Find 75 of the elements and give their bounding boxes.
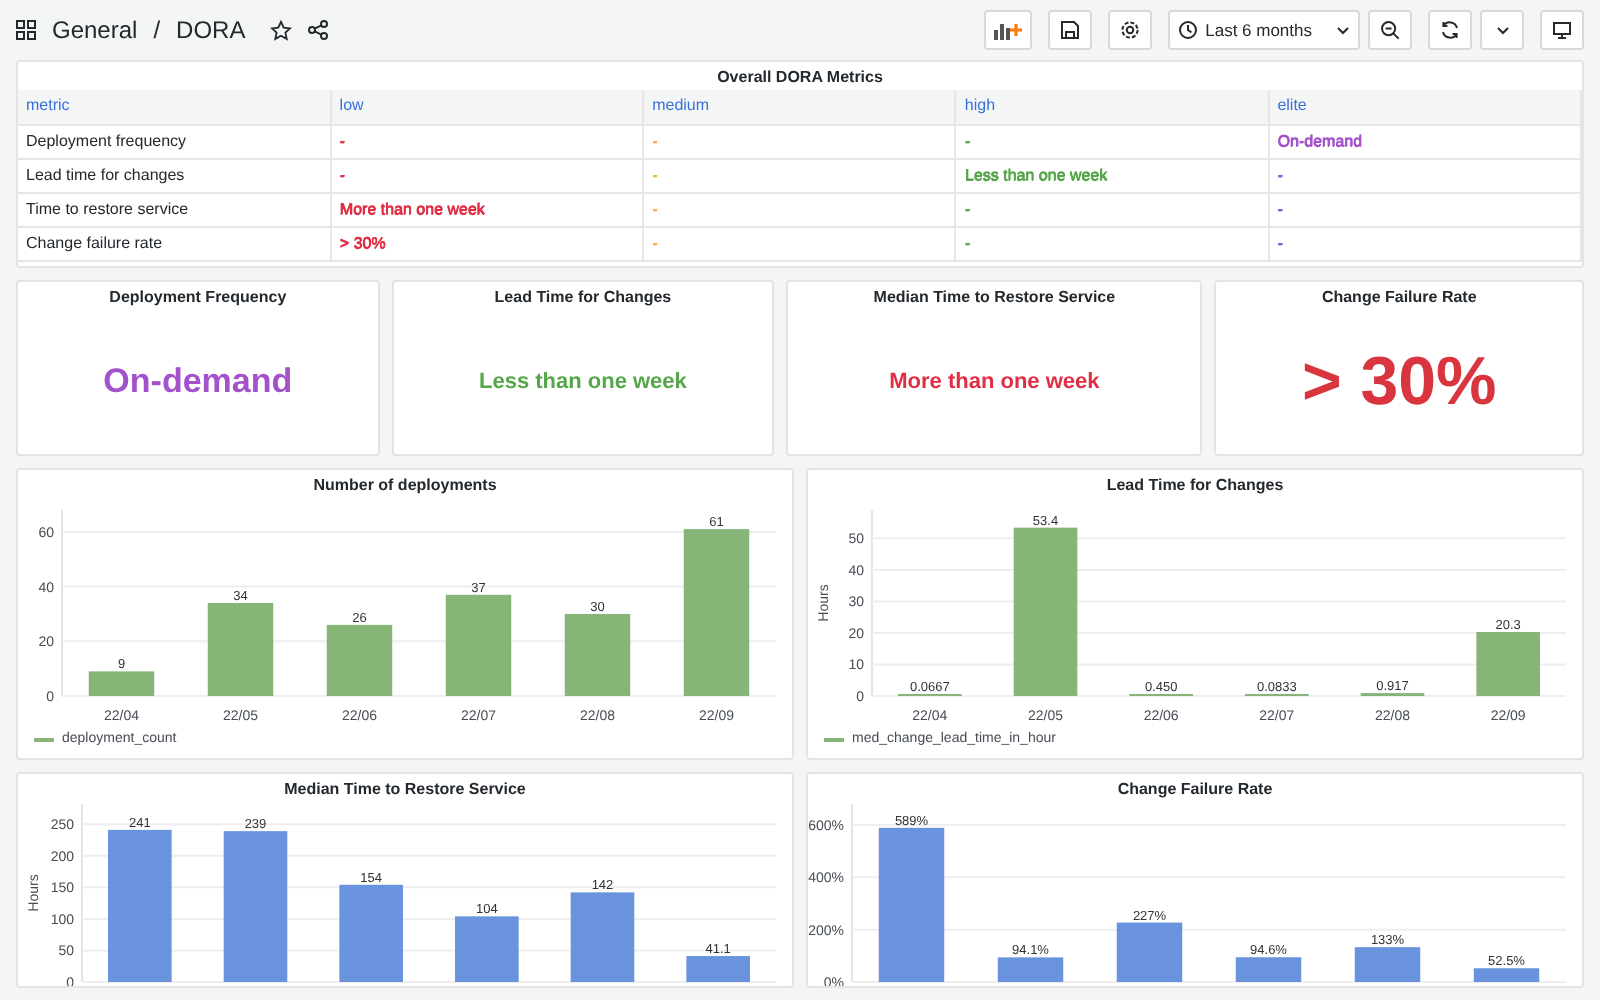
table-cell: > 30% — [339, 233, 386, 251]
stat-value: More than one week — [889, 367, 1100, 398]
dashboards-icon[interactable] — [16, 20, 36, 40]
breadcrumb-link[interactable]: General — [52, 12, 138, 48]
table-cell: Lead time for changes — [26, 165, 185, 183]
monitor-icon — [1552, 20, 1572, 40]
stat-value: Less than one week — [478, 367, 687, 398]
table-cell: - — [964, 131, 971, 149]
table-cell: - — [1277, 233, 1283, 251]
table-cell: More than one week — [339, 199, 485, 217]
bar — [445, 594, 512, 696]
save-icon — [1059, 20, 1080, 40]
panel-title: Lead Time for Changes — [1104, 474, 1286, 498]
bar — [1476, 632, 1540, 696]
column-header[interactable]: medium — [643, 90, 956, 124]
caret-icon — [1336, 25, 1350, 35]
time-range-picker[interactable]: Last 6 months — [1167, 10, 1360, 50]
stat-value: On-demand — [103, 360, 293, 405]
table-cell: - — [652, 199, 658, 217]
panel-title: Change Failure Rate — [1115, 778, 1275, 802]
bar — [207, 603, 274, 696]
table-cell: Less than one week — [964, 165, 1108, 183]
add-panel-icon — [993, 20, 1022, 40]
bar — [1235, 957, 1302, 982]
bar — [564, 613, 631, 696]
bar — [686, 956, 750, 982]
refresh-icon — [1440, 20, 1460, 40]
table-cell: - — [964, 233, 971, 251]
table-cell: Change failure rate — [26, 233, 163, 251]
table-cell: Deployment frequency — [26, 131, 187, 149]
breadcrumb-separator: / — [153, 14, 161, 48]
zoom-out-button[interactable] — [1368, 10, 1412, 50]
column-header[interactable]: low — [330, 90, 644, 124]
panel-title: Number of deployments — [311, 474, 499, 498]
star-icon[interactable] — [269, 19, 292, 41]
column-header[interactable]: metric — [18, 90, 331, 124]
refresh-button[interactable] — [1428, 10, 1472, 50]
add-panel-button[interactable] — [983, 10, 1032, 50]
caret-icon — [1495, 25, 1509, 35]
table-cell: - — [652, 165, 658, 183]
bar — [570, 892, 635, 982]
zoom-out-icon — [1380, 20, 1400, 40]
bar — [326, 624, 393, 696]
table-cell: - — [339, 131, 345, 149]
table-cell: Time to restore service — [26, 199, 189, 217]
clock-icon — [1177, 20, 1198, 40]
bar — [1473, 968, 1540, 982]
panel-title: Change Failure Rate — [1319, 286, 1479, 310]
table-cell: - — [652, 233, 658, 251]
tv-mode-button[interactable] — [1540, 10, 1584, 50]
table-cell: - — [964, 199, 971, 217]
bar — [1116, 922, 1183, 982]
settings-icon — [1119, 20, 1140, 40]
table-cell: - — [652, 131, 658, 149]
bar — [1354, 947, 1421, 982]
save-button[interactable] — [1047, 10, 1092, 50]
panel-title: Overall DORA Metrics — [715, 66, 885, 90]
column-header[interactable]: high — [955, 90, 1269, 124]
column-header[interactable]: elite — [1268, 90, 1581, 124]
panel-title: Lead Time for Changes — [492, 286, 674, 310]
table-cell: - — [1277, 199, 1283, 217]
dashboard-title[interactable]: DORA — [176, 12, 246, 48]
bar — [455, 916, 519, 982]
panel-title: Median Time to Restore Service — [282, 778, 528, 802]
table-cell: - — [339, 165, 345, 183]
share-icon[interactable] — [307, 20, 328, 40]
table-cell: On-demand — [1277, 131, 1362, 149]
panel-title: Median Time to Restore Service — [871, 286, 1118, 310]
bar — [88, 671, 155, 696]
stat-value: > 30% — [1301, 341, 1497, 423]
settings-button[interactable] — [1107, 10, 1152, 50]
table-cell: - — [1277, 165, 1283, 183]
panel-title: Deployment Frequency — [107, 286, 289, 310]
bar — [339, 884, 403, 982]
bar — [997, 957, 1064, 982]
